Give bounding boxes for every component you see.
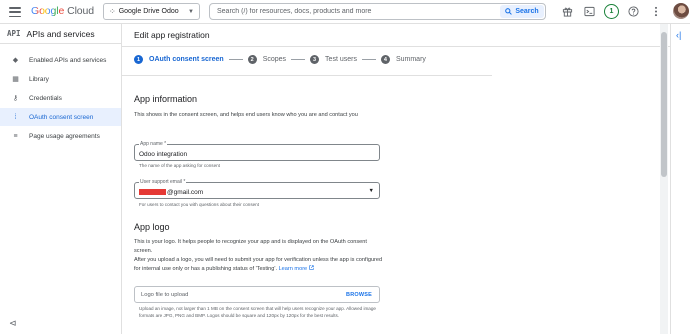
enabled-apis-icon: ◆ <box>12 57 19 64</box>
sidebar-header: API APIs and services <box>0 24 121 44</box>
learn-more-link[interactable]: Learn more <box>278 264 314 272</box>
sidebar-item-label: Library <box>29 75 49 83</box>
expand-panel-icon[interactable]: ‹| <box>676 30 681 40</box>
user-support-email-label: User support email * <box>139 179 187 185</box>
divider <box>122 75 492 76</box>
key-icon: ⚷ <box>12 95 19 102</box>
logo-google: Google <box>31 5 65 17</box>
logo-upload-hint: Upload an image, not larger than 1 MB on… <box>139 306 376 318</box>
step-label: OAuth consent screen <box>149 56 224 63</box>
sidebar-item-label: Page usage agreements <box>29 132 100 140</box>
user-support-email-field[interactable]: User support email * @gmail.com ▼ <box>134 179 380 199</box>
step-test-users[interactable]: 3 Test users <box>310 55 357 64</box>
step-scopes[interactable]: 2 Scopes <box>247 55 287 64</box>
redaction-mark <box>139 189 166 195</box>
avatar[interactable] <box>673 3 689 19</box>
sidebar-item-label: Enabled APIs and services <box>29 56 107 64</box>
right-panel: ‹| <box>670 24 690 334</box>
search-bar[interactable]: Search <box>209 3 546 20</box>
menu-icon[interactable] <box>8 5 22 19</box>
external-link-icon <box>309 264 314 270</box>
sidebar: API APIs and services ◆ Enabled APIs and… <box>0 24 122 334</box>
app-name-label: App name * <box>139 141 168 147</box>
user-support-email-display: @gmail.com <box>139 189 203 196</box>
google-cloud-logo[interactable]: Google Cloud <box>31 5 94 17</box>
api-badge: API <box>7 29 21 38</box>
main-content: Edit app registration 1 OAuth consent sc… <box>122 24 670 334</box>
dropdown-arrow-icon: ▼ <box>368 188 374 194</box>
divider <box>122 46 670 47</box>
verification-text-body: After you upload a logo, you will need t… <box>134 257 383 272</box>
app-name-field[interactable]: App name * Odoo integration <box>134 141 380 161</box>
sidebar-item-library[interactable]: ▦ Library <box>0 70 121 88</box>
terminal-icon[interactable] <box>582 4 597 19</box>
notifications-badge[interactable]: 1 <box>604 3 619 19</box>
page-title: Edit app registration <box>134 30 210 40</box>
search-input[interactable] <box>217 8 487 15</box>
search-button[interactable]: Search <box>500 5 544 18</box>
app-information-description: This shows in the consent screen, and he… <box>134 112 358 118</box>
search-button-label: Search <box>515 8 539 15</box>
step-label: Test users <box>325 56 357 63</box>
sidebar-item-label: Credentials <box>29 94 62 102</box>
step-number: 3 <box>310 55 320 64</box>
step-connector <box>228 59 243 60</box>
browse-button[interactable]: BROWSE <box>346 292 372 298</box>
chevron-down-icon: ▼ <box>188 8 194 15</box>
scrollbar-thumb[interactable] <box>661 32 667 177</box>
step-label: Scopes <box>262 56 287 63</box>
app-information-heading: App information <box>134 94 198 104</box>
sidebar-item-credentials[interactable]: ⚷ Credentials <box>0 89 121 107</box>
sidebar-item-oauth-consent[interactable]: ⁞ OAuth consent screen <box>0 108 121 126</box>
top-bar: Google Cloud ⁘ Google Drive Odoo ▼ Searc… <box>0 0 690 24</box>
stepper: 1 OAuth consent screen 2 Scopes 3 Test u… <box>134 55 426 64</box>
step-connector <box>291 59 306 60</box>
learn-more-label: Learn more <box>278 265 308 272</box>
step-number: 2 <box>247 55 257 64</box>
step-number: 1 <box>134 55 143 64</box>
user-support-email-hint: For users to contact you with questions … <box>139 202 260 207</box>
search-icon <box>505 8 513 15</box>
sidebar-title: APIs and services <box>26 28 95 39</box>
more-vert-icon[interactable] <box>648 4 663 19</box>
logo-upload-placeholder: Logo file to upload <box>141 292 189 298</box>
agreements-icon: ≡ <box>13 132 18 140</box>
step-oauth-consent[interactable]: 1 OAuth consent screen <box>134 55 224 64</box>
sidebar-item-enabled-apis[interactable]: ◆ Enabled APIs and services <box>0 51 121 69</box>
app-logo-heading: App logo <box>134 222 170 232</box>
step-summary[interactable]: 4 Summary <box>380 55 426 64</box>
app-name-value: Odoo integration <box>139 151 188 158</box>
library-icon: ▦ <box>12 76 19 83</box>
step-connector <box>361 59 376 60</box>
logo-cloud: Cloud <box>67 5 95 17</box>
logo-upload-field[interactable]: Logo file to upload BROWSE <box>134 286 380 303</box>
verification-text: After you upload a logo, you will need t… <box>134 256 384 273</box>
project-picker[interactable]: ⁘ Google Drive Odoo ▼ <box>103 3 200 20</box>
step-number: 4 <box>380 55 390 64</box>
app-logo-description: This is your logo. It helps people to re… <box>134 239 367 254</box>
sidebar-item-label: OAuth consent screen <box>29 113 94 121</box>
collapse-sidebar-icon[interactable]: ⊲ <box>9 318 17 329</box>
consent-icon: ⁞ <box>14 113 17 121</box>
project-icon: ⁘ <box>109 7 116 16</box>
step-label: Summary <box>395 56 426 63</box>
project-name: Google Drive Odoo <box>118 8 179 15</box>
help-icon[interactable] <box>626 4 641 19</box>
gift-icon[interactable] <box>560 4 575 19</box>
app-name-hint: The name of the app asking for consent <box>139 163 220 168</box>
user-support-email-value: @gmail.com <box>167 189 204 196</box>
sidebar-item-page-usage[interactable]: ≡ Page usage agreements <box>0 127 121 145</box>
